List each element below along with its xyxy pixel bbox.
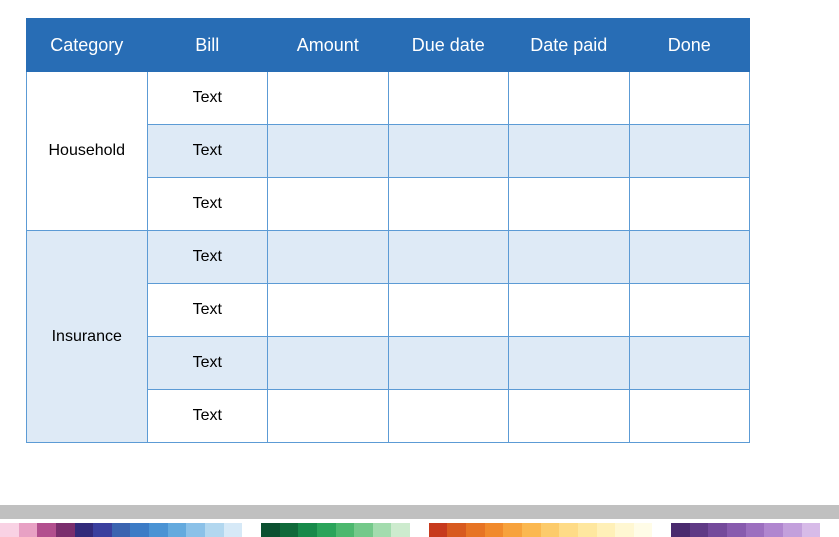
color-swatch[interactable] [708,523,727,537]
table-header-row: Category Bill Amount Due date Date paid … [27,19,750,72]
due-cell[interactable] [388,178,509,231]
color-swatch[interactable] [578,523,597,537]
status-bar [0,505,839,537]
done-cell[interactable] [629,337,750,390]
amount-cell[interactable] [268,125,389,178]
paid-cell[interactable] [509,178,630,231]
color-swatch[interactable] [242,523,261,537]
color-swatch[interactable] [727,523,746,537]
color-swatch[interactable] [37,523,56,537]
amount-cell[interactable] [268,178,389,231]
col-date-paid: Date paid [509,19,630,72]
color-swatch[interactable] [522,523,541,537]
color-swatch[interactable] [261,523,280,537]
amount-cell[interactable] [268,337,389,390]
color-swatch[interactable] [541,523,560,537]
color-swatch[interactable] [224,523,243,537]
table-row: Insurance Text [27,231,750,284]
color-swatch[interactable] [783,523,802,537]
paid-cell[interactable] [509,337,630,390]
color-swatch[interactable] [93,523,112,537]
color-swatch[interactable] [634,523,653,537]
due-cell[interactable] [388,390,509,443]
col-done: Done [629,19,750,72]
bill-cell[interactable]: Text [147,284,268,337]
color-swatch[interactable] [615,523,634,537]
color-swatch[interactable] [764,523,783,537]
bill-cell[interactable]: Text [147,72,268,125]
color-swatch[interactable] [802,523,821,537]
color-swatch[interactable] [186,523,205,537]
color-swatch[interactable] [373,523,392,537]
color-swatch[interactable] [597,523,616,537]
bill-table: Category Bill Amount Due date Date paid … [26,18,750,443]
bill-cell[interactable]: Text [147,337,268,390]
color-swatch[interactable] [317,523,336,537]
color-swatch[interactable] [0,523,19,537]
bill-cell[interactable]: Text [147,178,268,231]
amount-cell[interactable] [268,284,389,337]
due-cell[interactable] [388,231,509,284]
color-swatch[interactable] [410,523,429,537]
done-cell[interactable] [629,284,750,337]
color-swatch[interactable] [336,523,355,537]
due-cell[interactable] [388,72,509,125]
col-category: Category [27,19,148,72]
color-swatch[interactable] [205,523,224,537]
due-cell[interactable] [388,125,509,178]
amount-cell[interactable] [268,72,389,125]
color-swatch[interactable] [652,523,671,537]
color-swatch[interactable] [298,523,317,537]
color-swatch[interactable] [559,523,578,537]
paid-cell[interactable] [509,390,630,443]
amount-cell[interactable] [268,231,389,284]
paid-cell[interactable] [509,125,630,178]
col-bill: Bill [147,19,268,72]
table-body: Household Text Text Text [27,72,750,443]
due-cell[interactable] [388,284,509,337]
done-cell[interactable] [629,390,750,443]
due-cell[interactable] [388,337,509,390]
color-swatch[interactable] [690,523,709,537]
done-cell[interactable] [629,125,750,178]
color-swatch[interactable] [447,523,466,537]
color-swatch[interactable] [671,523,690,537]
color-swatch[interactable] [466,523,485,537]
color-swatch[interactable] [746,523,765,537]
color-swatch[interactable] [149,523,168,537]
color-swatch[interactable] [429,523,448,537]
color-swatch[interactable] [391,523,410,537]
paid-cell[interactable] [509,284,630,337]
color-swatch[interactable] [75,523,94,537]
color-swatch[interactable] [130,523,149,537]
done-cell[interactable] [629,72,750,125]
category-cell[interactable]: Household [27,72,148,231]
color-palette[interactable] [0,523,839,537]
col-due-date: Due date [388,19,509,72]
bill-cell[interactable]: Text [147,390,268,443]
color-swatch[interactable] [485,523,504,537]
done-cell[interactable] [629,178,750,231]
color-swatch[interactable] [503,523,522,537]
done-cell[interactable] [629,231,750,284]
status-gray-bar [0,505,839,519]
color-swatch[interactable] [820,523,839,537]
color-swatch[interactable] [112,523,131,537]
bill-table-container: Category Bill Amount Due date Date paid … [0,0,839,443]
color-swatch[interactable] [354,523,373,537]
paid-cell[interactable] [509,231,630,284]
col-amount: Amount [268,19,389,72]
category-cell[interactable]: Insurance [27,231,148,443]
color-swatch[interactable] [168,523,187,537]
amount-cell[interactable] [268,390,389,443]
paid-cell[interactable] [509,72,630,125]
table-row: Household Text [27,72,750,125]
color-swatch[interactable] [19,523,38,537]
bill-cell[interactable]: Text [147,231,268,284]
bill-cell[interactable]: Text [147,125,268,178]
color-swatch[interactable] [56,523,75,537]
color-swatch[interactable] [280,523,299,537]
